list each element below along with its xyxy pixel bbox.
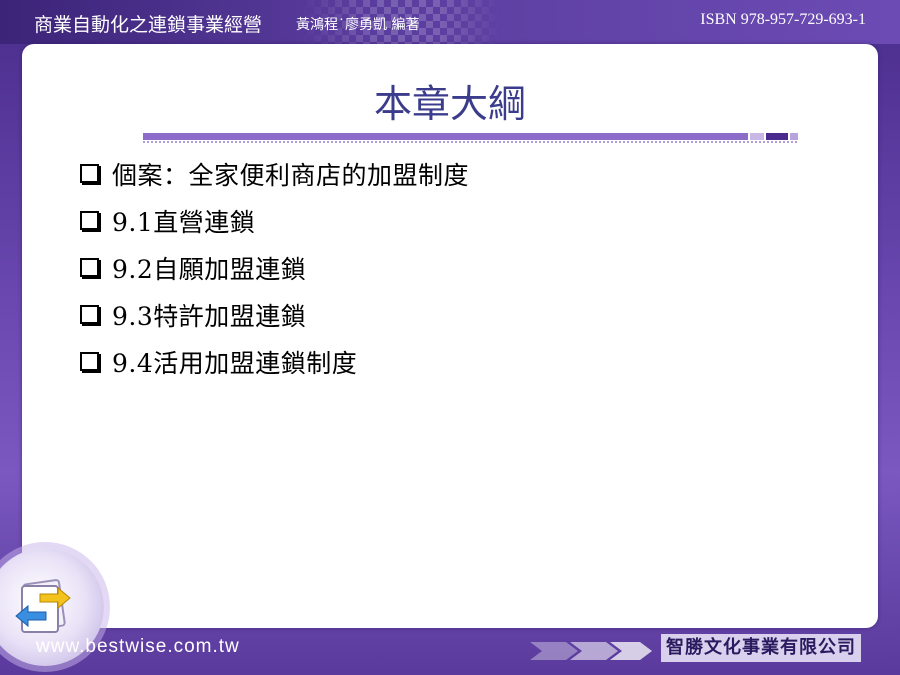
outline-item: 9.4活用加盟連鎖制度 [80,338,469,385]
checkbox-square-icon [80,211,99,230]
chapter-outline-list: 個案：全家便利商店的加盟制度 9.1直營連鎖 9.2自願加盟連鎖 9.3特許加盟… [80,150,469,385]
book-isbn: ISBN 978-957-729-693-1 [700,11,866,28]
outline-item-label: 9.4活用加盟連鎖制度 [112,348,358,378]
checkbox-square-icon [80,352,99,371]
outline-item-label: 9.3特許加盟連鎖 [112,301,307,331]
checkbox-square-icon [80,305,99,324]
publisher-name: 智勝文化事業有限公司 [661,634,861,662]
checkbox-square-icon [80,258,99,277]
book-authors: 黃鴻程˙廖勇凱 編著 [296,17,420,33]
outline-item: 9.1直營連鎖 [80,197,469,244]
slide-title: 本章大綱 [373,82,526,126]
outline-item: 9.3特許加盟連鎖 [80,291,469,338]
back-forward-arrows-icon [15,579,71,633]
checkbox-square-icon [80,164,99,183]
outline-item-label: 9.1直營連鎖 [112,207,256,237]
title-underline-bar [143,133,798,143]
outline-item: 9.2自願加盟連鎖 [80,244,469,291]
outline-item-label: 9.2自願加盟連鎖 [112,254,307,284]
chevron-arrows-icon [530,642,652,660]
outline-item: 個案：全家便利商店的加盟制度 [80,150,469,197]
website-link[interactable]: www.bestwise.com.tw [36,636,240,658]
book-title: 商業自動化之連鎖事業經營 [34,14,263,36]
outline-item-label: 個案：全家便利商店的加盟制度 [112,160,470,190]
